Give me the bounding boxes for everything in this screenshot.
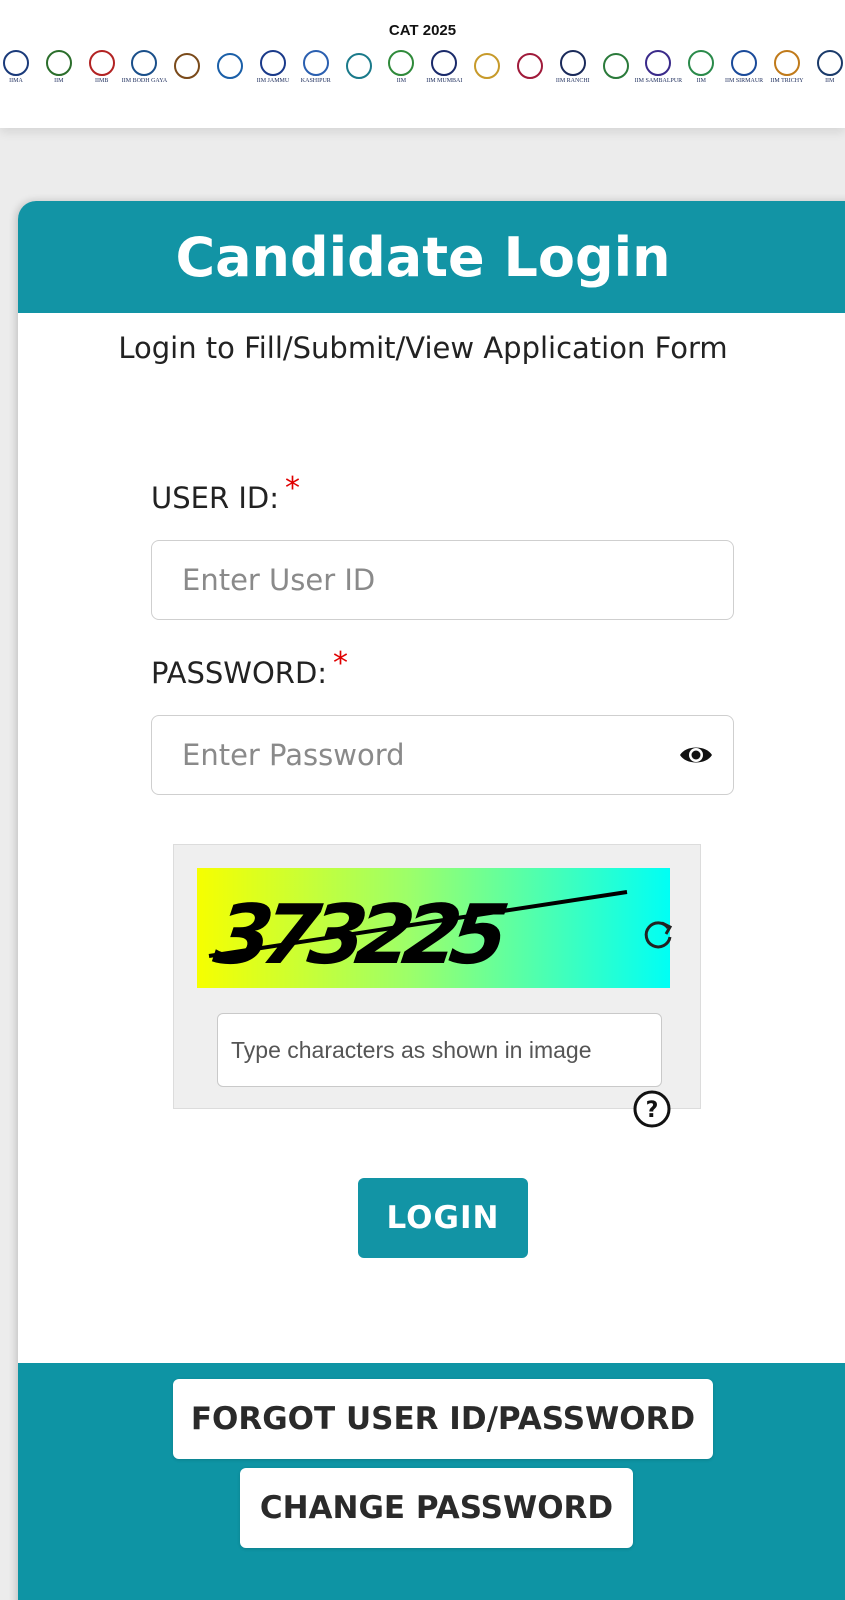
iim-bodh-gaya-logo: IIM BODH GAYA — [122, 44, 167, 90]
user-id-label-text: USER ID: — [151, 481, 279, 515]
captcha-input[interactable] — [231, 1014, 661, 1086]
iim-calcutta-logo — [169, 44, 205, 90]
iim-nagpur-emblem-icon — [474, 53, 501, 79]
logo-caption: IIM — [54, 77, 64, 84]
svg-text:?: ? — [646, 1098, 659, 1123]
iim-mumbai-logo: IIM MUMBAI — [426, 44, 462, 90]
iim-kashipur-emblem-icon — [302, 49, 329, 76]
iim-bangalore-emblem-icon — [88, 49, 115, 76]
iim-bangalore-logo: IIMB — [84, 44, 120, 90]
institutes-banner: CAT 2025 IIMA IIM IIMB IIM BODH GAYA IIM JAM… — [0, 0, 845, 128]
iim-nagpur-logo — [469, 44, 505, 90]
required-marker: * — [333, 646, 349, 681]
iim-rohtak-logo — [598, 44, 634, 90]
password-label: PASSWORD: * — [151, 646, 348, 691]
iim-trichy-emblem-icon — [773, 49, 800, 76]
user-id-label: USER ID: * — [151, 471, 300, 516]
iim-ranchi-emblem-icon — [559, 49, 586, 76]
iim-lucknow-emblem-icon — [388, 49, 415, 76]
login-button[interactable]: LOGIN — [358, 1178, 528, 1258]
logo-caption: IIM — [825, 77, 835, 84]
iim-raipur-emblem-icon — [516, 53, 543, 79]
show-password-eye-icon[interactable] — [679, 742, 713, 768]
forgot-user-id-password-button[interactable]: FORGOT USER ID/PASSWORD — [173, 1379, 713, 1459]
password-field[interactable] — [151, 715, 734, 795]
refresh-captcha-icon[interactable] — [640, 917, 676, 953]
logo-caption: IIM — [696, 77, 706, 84]
change-password-button[interactable]: CHANGE PASSWORD — [240, 1468, 633, 1548]
iim-kozhikode-logo — [341, 44, 377, 90]
iim-sirmaur-logo: IIM SIRMAUR — [725, 44, 764, 90]
user-id-field[interactable] — [151, 540, 734, 620]
iim-sambalpur-logo: IIM SAMBALPUR — [635, 44, 682, 90]
iim-jammu-logo: IIM JAMMU — [255, 44, 291, 90]
iim-ahmedabad-logo: IIMA — [0, 44, 34, 90]
iim-indore-logo — [212, 44, 248, 90]
logo-caption: IIM JAMMU — [256, 77, 290, 84]
iim-amritsar-logo: IIM — [41, 44, 77, 90]
logo-caption: IIM — [396, 77, 407, 84]
logo-caption: IIMB — [94, 77, 109, 84]
iim-udaipur-emblem-icon — [816, 49, 843, 76]
logo-caption: IIM SIRMAUR — [725, 77, 764, 84]
logo-caption: KASHIPUR — [300, 77, 331, 84]
captcha-field[interactable] — [217, 1013, 662, 1087]
iim-ranchi-logo: IIM RANCHI — [555, 44, 591, 90]
iim-calcutta-emblem-icon — [174, 53, 201, 79]
iim-trichy-logo: IIM TRICHY — [769, 44, 805, 90]
login-card: Candidate Login Login to Fill/Submit/Vie… — [18, 201, 845, 1600]
iim-sirmaur-emblem-icon — [731, 49, 758, 76]
iim-ahmedabad-emblem-icon — [3, 49, 29, 76]
password-label-text: PASSWORD: — [151, 656, 328, 690]
logo-caption: IIM MUMBAI — [426, 77, 463, 84]
logo-caption: IIM BODH GAYA — [121, 77, 168, 84]
iim-shillong-emblem-icon — [688, 49, 715, 76]
iim-bodh-gaya-emblem-icon — [131, 49, 158, 76]
captcha-help-icon[interactable]: ? — [632, 1089, 672, 1129]
iim-rohtak-emblem-icon — [602, 53, 629, 79]
login-subtitle: Login to Fill/Submit/View Application Fo… — [118, 331, 728, 365]
iim-kashipur-logo: KASHIPUR — [298, 44, 334, 90]
captcha-image: 373225 — [197, 868, 670, 988]
logo-caption: IIM RANCHI — [555, 77, 590, 84]
captcha-panel: 373225 — [173, 844, 701, 1109]
iim-logo-row: IIMA IIM IIMB IIM BODH GAYA IIM JAMMU KASHIPU… — [0, 42, 845, 92]
page-title: Candidate Login — [175, 225, 671, 289]
password-input[interactable] — [182, 716, 733, 794]
logo-caption: IIMA — [9, 77, 23, 84]
iim-udaipur-logo: IIM — [812, 44, 845, 90]
iim-lucknow-logo: IIM — [383, 44, 419, 90]
iim-jammu-emblem-icon — [259, 49, 286, 76]
iim-indore-emblem-icon — [217, 53, 244, 79]
iim-sambalpur-emblem-icon — [645, 49, 672, 76]
logo-caption: IIM SAMBALPUR — [634, 77, 683, 84]
iim-kozhikode-emblem-icon — [345, 53, 372, 79]
iim-shillong-logo: IIM — [683, 44, 719, 90]
cat-title: CAT 2025 — [388, 22, 457, 39]
iim-amritsar-emblem-icon — [45, 49, 72, 76]
logo-caption: IIM TRICHY — [770, 77, 804, 84]
required-marker: * — [284, 471, 300, 506]
iim-raipur-logo — [512, 44, 548, 90]
iim-mumbai-emblem-icon — [431, 49, 458, 76]
card-header: Candidate Login — [18, 201, 845, 313]
captcha-characters: 373225 — [209, 888, 511, 983]
user-id-input[interactable] — [182, 541, 733, 619]
